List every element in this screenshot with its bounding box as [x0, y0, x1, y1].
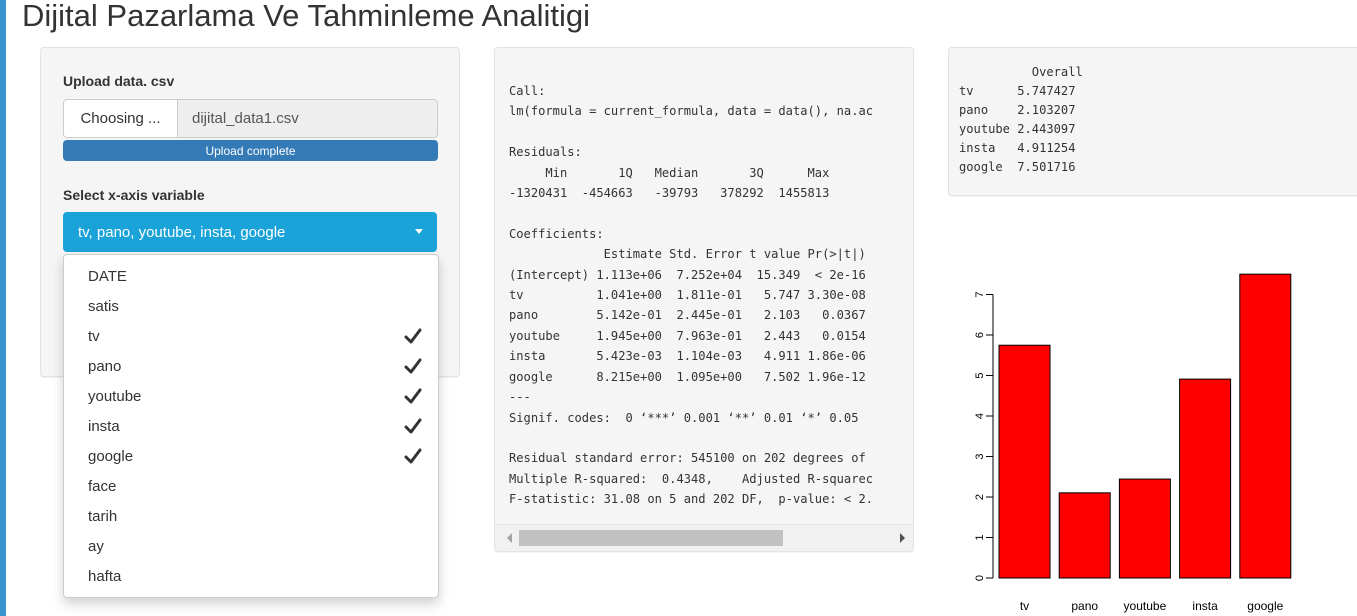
x-tick-label-youtube: youtube	[1124, 599, 1167, 613]
checkmark-icon	[404, 358, 422, 374]
y-tick-label-2: 2	[974, 494, 986, 500]
variable-importance-text: Overall tv 5.747427 pano 2.103207 youtub…	[959, 65, 1083, 174]
page-left-border	[0, 0, 6, 616]
y-tick-label-5: 5	[974, 372, 986, 378]
checkmark-icon	[404, 328, 422, 344]
x-variable-select-value: tv, pano, youtube, insta, google	[78, 223, 286, 241]
dropdown-option-label: satis	[88, 297, 119, 315]
importance-bar-chart: 0 1 2 3 4 5 6 7 tv pano youtube insta google	[974, 273, 1292, 613]
x-variable-select[interactable]: tv, pano, youtube, insta, google	[63, 212, 437, 252]
checkmark-icon	[404, 418, 422, 434]
choose-file-button[interactable]: Choosing ...	[64, 100, 178, 137]
dropdown-option-face[interactable]: face	[64, 471, 438, 501]
y-tick-label-3: 3	[974, 453, 986, 459]
regression-summary-text: Call: lm(formula = current_formula, data…	[509, 84, 874, 507]
scroll-right-icon[interactable]	[900, 533, 905, 543]
bar-pano	[1058, 492, 1111, 579]
dropdown-option-label: ay	[88, 537, 104, 555]
bar-tv	[998, 344, 1051, 579]
caret-down-icon	[415, 229, 423, 234]
bar-youtube	[1118, 478, 1171, 579]
variable-importance-panel: Overall tv 5.747427 pano 2.103207 youtub…	[948, 47, 1357, 196]
dropdown-option-label: insta	[88, 417, 120, 435]
file-input-group[interactable]: Choosing ... dijital_data1.csv	[63, 99, 438, 138]
bar-google	[1239, 273, 1292, 579]
dropdown-option-pano[interactable]: pano	[64, 351, 438, 381]
upload-progress-bar: Upload complete	[63, 140, 438, 161]
select-x-label: Select x-axis variable	[63, 187, 205, 203]
x-tick-label-pano: pano	[1071, 599, 1098, 613]
y-tick-label-7: 7	[974, 291, 986, 297]
dropdown-option-label: tv	[88, 327, 100, 345]
file-name-field: dijital_data1.csv	[192, 110, 299, 127]
x-tick-label-google: google	[1247, 599, 1283, 613]
dropdown-option-label: pano	[88, 357, 122, 375]
checkmark-icon	[404, 448, 422, 464]
upload-label: Upload data. csv	[63, 73, 175, 89]
y-tick-label-6: 6	[974, 332, 986, 338]
dropdown-option-hafta[interactable]: hafta	[64, 561, 438, 591]
dropdown-option-satis[interactable]: satis	[64, 291, 438, 321]
x-tick-label-insta: insta	[1192, 599, 1218, 613]
scroll-left-icon[interactable]	[507, 533, 512, 543]
x-tick-label-tv: tv	[1020, 599, 1029, 613]
horizontal-scrollbar[interactable]	[495, 524, 913, 551]
dropdown-option-youtube[interactable]: youtube	[64, 381, 438, 411]
page-title: Dijital Pazarlama Ve Tahminleme Analitig…	[22, 0, 591, 33]
dropdown-option-ay[interactable]: ay	[64, 531, 438, 561]
dropdown-option-date[interactable]: DATE	[64, 261, 438, 291]
dropdown-option-tv[interactable]: tv	[64, 321, 438, 351]
regression-summary-panel: Call: lm(formula = current_formula, data…	[494, 47, 914, 552]
dropdown-option-label: hafta	[88, 567, 122, 585]
bar-insta	[1179, 378, 1232, 579]
checkmark-icon	[404, 388, 422, 404]
scrollbar-thumb[interactable]	[519, 530, 783, 546]
dropdown-option-tarih[interactable]: tarih	[64, 501, 438, 531]
y-tick-label-1: 1	[974, 534, 986, 540]
y-tick-label-4: 4	[974, 413, 986, 419]
dropdown-option-label: face	[88, 477, 117, 495]
x-variable-dropdown: DATE satis tv pano youtube insta google face tar…	[63, 254, 439, 598]
dropdown-option-label: tarih	[88, 507, 118, 525]
y-tick-label-0: 0	[974, 575, 986, 581]
dropdown-option-insta[interactable]: insta	[64, 411, 438, 441]
upload-progress-text: Upload complete	[205, 143, 296, 158]
dropdown-option-label: DATE	[88, 267, 127, 285]
dropdown-option-label: google	[88, 447, 134, 465]
dropdown-option-google[interactable]: google	[64, 441, 438, 471]
dropdown-option-label: youtube	[88, 387, 142, 405]
